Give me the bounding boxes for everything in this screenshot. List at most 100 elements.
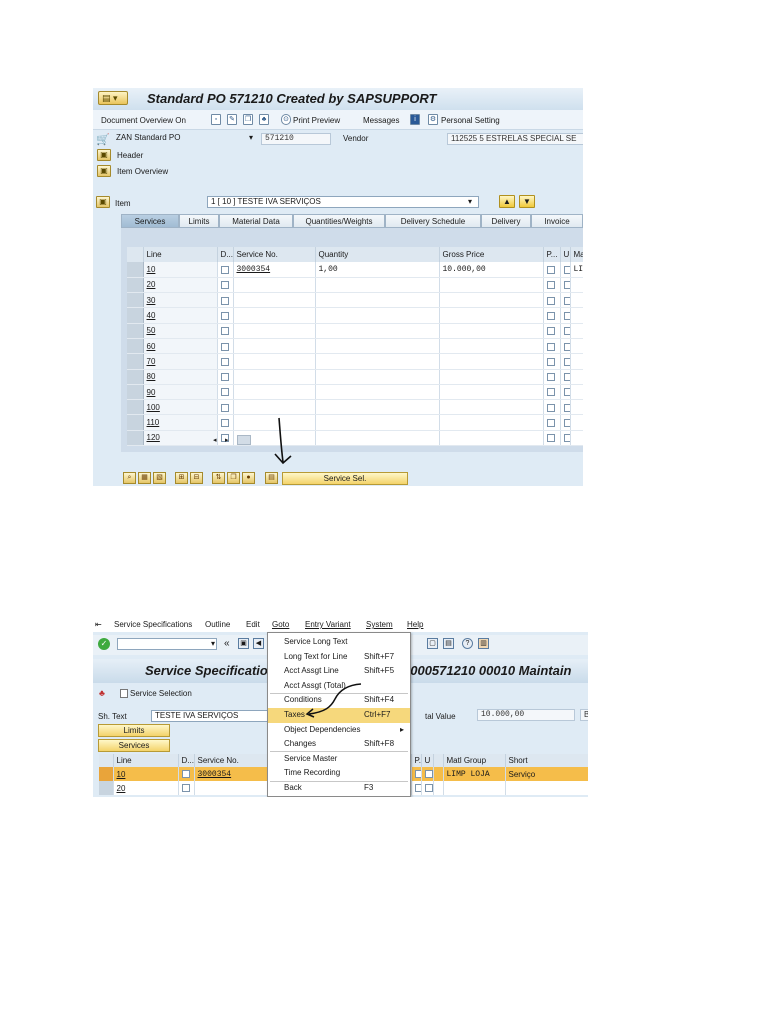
table-row[interactable]: 110 xyxy=(127,414,583,431)
checkbox[interactable] xyxy=(414,770,420,779)
gross-price-cell[interactable] xyxy=(439,292,544,309)
po-type-select[interactable]: ZAN Standard PO ▾ xyxy=(113,133,259,145)
menu-item-service-long-text[interactable]: Service Long Text xyxy=(268,635,410,650)
deletion-checkbox[interactable] xyxy=(178,781,195,795)
delete-line-icon[interactable]: ⊟ xyxy=(190,472,203,484)
personal-setting-button[interactable]: Personal Setting xyxy=(441,116,500,125)
service-selection-button[interactable]: Service Selection xyxy=(130,689,192,698)
checkbox[interactable] xyxy=(546,434,555,443)
p-checkbox[interactable] xyxy=(543,338,561,355)
po-number-field[interactable]: 571210 xyxy=(261,133,331,145)
service-selection-icon[interactable]: ▤ xyxy=(265,472,278,484)
line-cell[interactable]: 40 xyxy=(143,307,218,324)
tab-services[interactable]: Services xyxy=(121,214,179,228)
edit-icon[interactable]: ✎ xyxy=(227,114,237,125)
checkbox[interactable] xyxy=(563,403,569,412)
customize-layout-icon[interactable]: ▥ xyxy=(478,638,489,649)
item-overview-label[interactable]: Item Overview xyxy=(117,167,168,176)
service-no-cell[interactable] xyxy=(233,292,316,309)
scroll-right-icon[interactable]: ▸ xyxy=(225,436,229,444)
table-row[interactable]: 90 xyxy=(127,384,583,401)
service-no-cell[interactable]: 3000354 xyxy=(194,767,274,781)
mat-cell[interactable] xyxy=(570,399,583,416)
tab-delivery[interactable]: Delivery xyxy=(481,214,531,228)
deletion-checkbox[interactable] xyxy=(217,307,234,324)
u-checkbox[interactable] xyxy=(560,430,571,447)
tab-limits[interactable]: Limits xyxy=(179,214,219,228)
checkbox[interactable] xyxy=(424,770,432,779)
mat-cell[interactable] xyxy=(570,307,583,324)
checkbox[interactable] xyxy=(563,373,569,382)
u-checkbox[interactable] xyxy=(560,262,571,278)
limits-button[interactable]: Limits xyxy=(98,724,170,737)
tab-quantities-weights[interactable]: Quantities/Weights xyxy=(293,214,385,228)
checkbox[interactable] xyxy=(563,342,569,351)
quantity-cell[interactable] xyxy=(315,430,440,447)
vendor-field[interactable]: 112525 5 ESTRELAS SPECIAL SE xyxy=(447,133,583,145)
row-selector[interactable] xyxy=(127,338,144,355)
checkbox[interactable] xyxy=(220,281,229,290)
checkbox[interactable] xyxy=(546,327,555,336)
column-header-deletion[interactable]: D... xyxy=(178,754,195,767)
service-sel-button[interactable]: Service Sel. xyxy=(282,472,408,485)
checkbox[interactable] xyxy=(563,281,569,290)
quantity-cell[interactable] xyxy=(315,384,440,401)
item-select[interactable]: 1 [ 10 ] TESTE IVA SERVIÇOS ▾ xyxy=(207,196,479,208)
line-cell[interactable]: 120 xyxy=(143,430,218,447)
checkbox[interactable] xyxy=(546,373,555,382)
u-checkbox[interactable] xyxy=(560,277,571,294)
p-checkbox[interactable] xyxy=(543,323,561,339)
quantity-cell[interactable] xyxy=(315,323,440,339)
tree-icon[interactable]: ♣ xyxy=(259,114,269,125)
line-link[interactable]: 110 xyxy=(147,418,160,427)
checkbox[interactable] xyxy=(546,357,555,366)
row-selector[interactable] xyxy=(127,323,144,339)
line-cell[interactable]: 60 xyxy=(143,338,218,355)
enter-icon[interactable]: ✓ xyxy=(98,638,110,650)
table-row[interactable]: 20 xyxy=(127,277,583,294)
new-session-icon[interactable]: ▢ xyxy=(427,638,438,649)
row-selector[interactable] xyxy=(127,399,144,416)
u-checkbox[interactable] xyxy=(560,414,571,431)
p-checkbox[interactable] xyxy=(543,414,561,431)
menu-system[interactable]: System xyxy=(366,620,393,629)
deletion-checkbox[interactable] xyxy=(217,369,234,385)
quantity-cell[interactable] xyxy=(315,307,440,324)
table-row[interactable]: 60 xyxy=(127,338,583,355)
quantity-cell[interactable] xyxy=(315,338,440,355)
p-checkbox[interactable] xyxy=(543,307,561,324)
collapse-command-icon[interactable]: « xyxy=(224,638,230,649)
p-checkbox[interactable] xyxy=(543,277,561,294)
column-header-u[interactable]: U xyxy=(560,247,571,262)
gross-price-cell[interactable] xyxy=(439,369,544,385)
checkbox[interactable] xyxy=(546,296,555,305)
line-link[interactable]: 100 xyxy=(147,403,160,412)
checkbox[interactable] xyxy=(220,327,229,336)
mat-cell[interactable] xyxy=(570,292,583,309)
p-checkbox[interactable] xyxy=(411,767,422,781)
row-selector[interactable] xyxy=(99,767,114,781)
gross-price-cell[interactable] xyxy=(439,277,544,294)
menu-item-acct-assgt-line[interactable]: Acct Assgt Line Shift+F5 xyxy=(268,664,410,679)
quantity-cell[interactable] xyxy=(315,292,440,309)
next-item-button[interactable]: ▼ xyxy=(519,195,535,208)
checkbox[interactable] xyxy=(563,296,569,305)
line-link[interactable]: 70 xyxy=(147,357,156,366)
gross-price-cell[interactable] xyxy=(439,307,544,324)
deletion-checkbox[interactable] xyxy=(217,353,234,370)
previous-item-button[interactable]: ▲ xyxy=(499,195,515,208)
insert-line-icon[interactable]: ⊞ xyxy=(175,472,188,484)
tab-invoice[interactable]: Invoice xyxy=(531,214,583,228)
menu-item-back[interactable]: Back F3 xyxy=(268,781,410,796)
save-icon[interactable]: ▣ xyxy=(238,638,249,649)
deletion-checkbox[interactable] xyxy=(217,262,234,278)
menu-icon[interactable]: ▤ ▾ xyxy=(98,91,128,105)
header-label[interactable]: Header xyxy=(117,151,143,160)
print-preview-button[interactable]: Print Preview xyxy=(293,116,340,125)
u-checkbox[interactable] xyxy=(560,292,571,309)
services-button[interactable]: Services xyxy=(98,739,170,752)
checkbox[interactable] xyxy=(220,403,229,412)
checkbox[interactable] xyxy=(220,342,229,351)
column-header-u[interactable]: U xyxy=(421,754,434,767)
line-cell[interactable]: 100 xyxy=(143,399,218,416)
